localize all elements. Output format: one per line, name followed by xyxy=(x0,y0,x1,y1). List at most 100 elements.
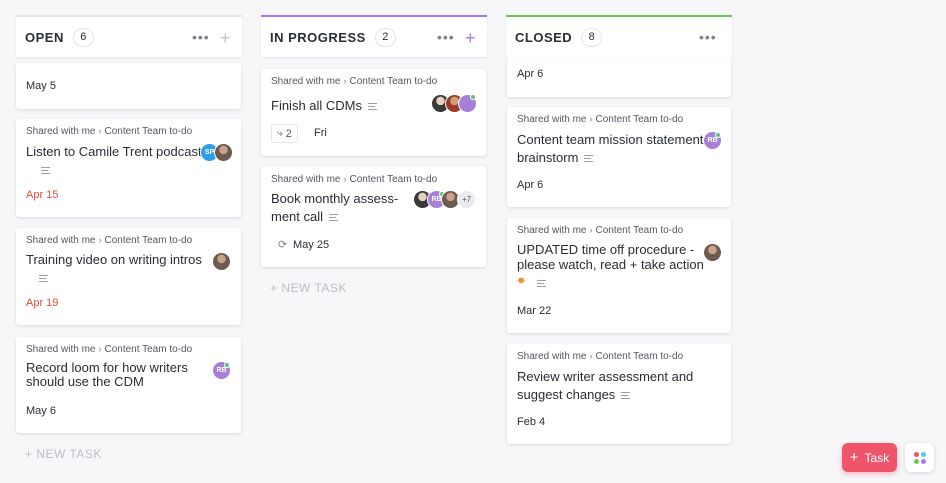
task-title-line: UPDATED time off procedure - xyxy=(517,242,695,257)
task-title-line: Record loom for how writers xyxy=(26,360,188,375)
breadcrumb: Shared with me › Content Team to-do xyxy=(26,126,192,137)
task-title-line: suggest changes xyxy=(517,387,616,402)
column-header-in-progress: IN PROGRESS 2 ••• + xyxy=(261,15,487,57)
task-card[interactable]: Shared with me › Content Team to-do Book m… xyxy=(261,166,486,267)
due-date: May 6 xyxy=(26,405,56,417)
description-icon xyxy=(584,155,594,163)
task-card[interactable]: Shared with me › Content Team to-do Conten… xyxy=(507,107,731,207)
task-count-badge: 2 xyxy=(374,27,396,47)
more-options-icon[interactable]: ••• xyxy=(437,30,455,44)
task-card[interactable]: Shared with me › Content Team to-do UPDATE… xyxy=(507,218,731,333)
more-options-icon[interactable]: ••• xyxy=(699,30,717,44)
task-title-line: ment call xyxy=(271,209,324,224)
breadcrumb-list: Content Team to-do xyxy=(595,225,684,236)
breadcrumb-shared: Shared with me xyxy=(517,225,587,236)
breadcrumb-list: Content Team to-do xyxy=(104,344,193,355)
breadcrumb-list: Content Team to-do xyxy=(349,174,438,185)
online-status-dot xyxy=(224,362,230,368)
breadcrumb: Shared with me › Content Team to-do xyxy=(517,351,683,362)
due-date: Feb 4 xyxy=(517,416,546,428)
column-title: CLOSED xyxy=(515,29,573,45)
chevron-right-icon: › xyxy=(589,114,593,124)
due-date: Fri xyxy=(314,127,327,139)
add-task-button[interactable]: + Task xyxy=(842,443,897,472)
online-status-dot xyxy=(470,94,476,100)
new-task-button[interactable]: + NEW TASK xyxy=(270,281,347,295)
description-icon xyxy=(368,103,378,111)
due-date: Apr 6 xyxy=(517,179,544,191)
plus-icon: + xyxy=(849,449,859,466)
task-title: UPDATED time off procedure - please watc… xyxy=(517,242,704,272)
breadcrumb-shared: Shared with me xyxy=(271,174,341,185)
avatar xyxy=(214,143,233,162)
avatar xyxy=(212,252,231,271)
task-title-text: Finish all CDMs xyxy=(271,98,363,113)
recurring-icon: ⟳ xyxy=(278,239,288,251)
due-date: Apr 19 xyxy=(26,297,59,309)
breadcrumb-shared: Shared with me xyxy=(517,114,587,125)
subtasks-badge[interactable]: ⤷ 2 xyxy=(271,124,298,143)
task-title-line: brainstorm xyxy=(517,150,579,165)
task-title-line-2: suggest changes xyxy=(517,386,693,404)
task-card[interactable]: Shared with me › Content Team to-do Review… xyxy=(507,344,731,444)
apps-grid-button[interactable] xyxy=(905,443,934,472)
breadcrumb: Shared with me › Content Team to-do xyxy=(26,235,192,246)
description-icon xyxy=(537,280,546,287)
task-card[interactable]: Shared with me › Content Team to-do Listen… xyxy=(16,119,241,217)
breadcrumb-list: Content Team to-do xyxy=(595,351,684,362)
breadcrumb-shared: Shared with me xyxy=(517,351,587,362)
breadcrumb-list: Content Team to-do xyxy=(104,126,193,137)
breadcrumb-shared: Shared with me xyxy=(26,344,96,355)
chevron-right-icon: › xyxy=(98,344,102,354)
task-count-badge: 6 xyxy=(72,27,94,47)
task-title-line: Content team mission statement xyxy=(517,132,704,147)
apps-grid-dot xyxy=(913,451,919,457)
subtask-icon: ⤷ xyxy=(277,128,283,139)
task-title-line: should use the CDM xyxy=(26,374,144,389)
sparkle-emoji-icon: ✸ xyxy=(517,276,526,287)
breadcrumb: Shared with me › Content Team to-do xyxy=(271,76,437,87)
breadcrumb-list: Content Team to-do xyxy=(595,114,684,125)
task-title: Record loom for how writers should use t… xyxy=(26,361,188,389)
due-date: May 25 xyxy=(293,239,330,251)
task-title-line: Book monthly assess- xyxy=(271,191,399,206)
column-title: OPEN xyxy=(25,29,64,45)
column-header-open: OPEN 6 ••• + xyxy=(16,15,242,57)
subtask-count: 2 xyxy=(285,127,292,140)
task-card[interactable]: Shared with me › Content Team to-do Traini… xyxy=(16,228,241,325)
breadcrumb-shared: Shared with me xyxy=(26,235,96,246)
column-title: IN PROGRESS xyxy=(270,29,366,45)
breadcrumb-shared: Shared with me xyxy=(26,126,96,137)
task-card[interactable]: Shared with me › Content Team to-do Record… xyxy=(16,337,241,433)
chevron-right-icon: › xyxy=(589,225,593,235)
task-card[interactable]: May 5 xyxy=(16,63,241,109)
breadcrumb-list: Content Team to-do xyxy=(349,76,438,87)
online-status-dot xyxy=(715,132,721,138)
more-options-icon[interactable]: ••• xyxy=(192,30,210,44)
chevron-right-icon: › xyxy=(98,235,102,245)
more-assignees-badge[interactable]: +7 xyxy=(457,190,476,209)
task-card[interactable]: Shared with me › Content Team to-do Finish… xyxy=(261,69,486,156)
avatar xyxy=(703,243,722,262)
due-date: May 5 xyxy=(26,80,56,92)
task-card[interactable]: Apr 6 xyxy=(507,57,731,97)
task-title: Content team mission statement brainstor… xyxy=(517,131,703,167)
chevron-right-icon: › xyxy=(589,351,593,361)
add-task-plus-icon[interactable]: + xyxy=(220,29,231,47)
task-title: Book monthly assess- ment call xyxy=(271,190,398,226)
task-title: Listen to Camile Trent podcast xyxy=(26,144,202,159)
breadcrumb: Shared with me › Content Team to-do xyxy=(517,114,683,125)
breadcrumb-list: Content Team to-do xyxy=(104,235,193,246)
apps-grid-dot xyxy=(920,451,926,457)
apps-grid-dot xyxy=(920,458,926,464)
chevron-right-icon: › xyxy=(343,174,347,184)
task-title-line: Review writer assessment and xyxy=(517,369,694,384)
add-task-plus-icon[interactable]: + xyxy=(465,29,476,47)
breadcrumb: Shared with me › Content Team to-do xyxy=(26,344,192,355)
new-task-button[interactable]: + NEW TASK xyxy=(25,447,102,461)
task-title: Training video on writing intros xyxy=(26,252,202,267)
due-date: Mar 22 xyxy=(517,305,552,317)
chevron-right-icon: › xyxy=(343,76,347,86)
description-icon xyxy=(39,275,48,282)
apps-grid-dot xyxy=(913,458,919,464)
